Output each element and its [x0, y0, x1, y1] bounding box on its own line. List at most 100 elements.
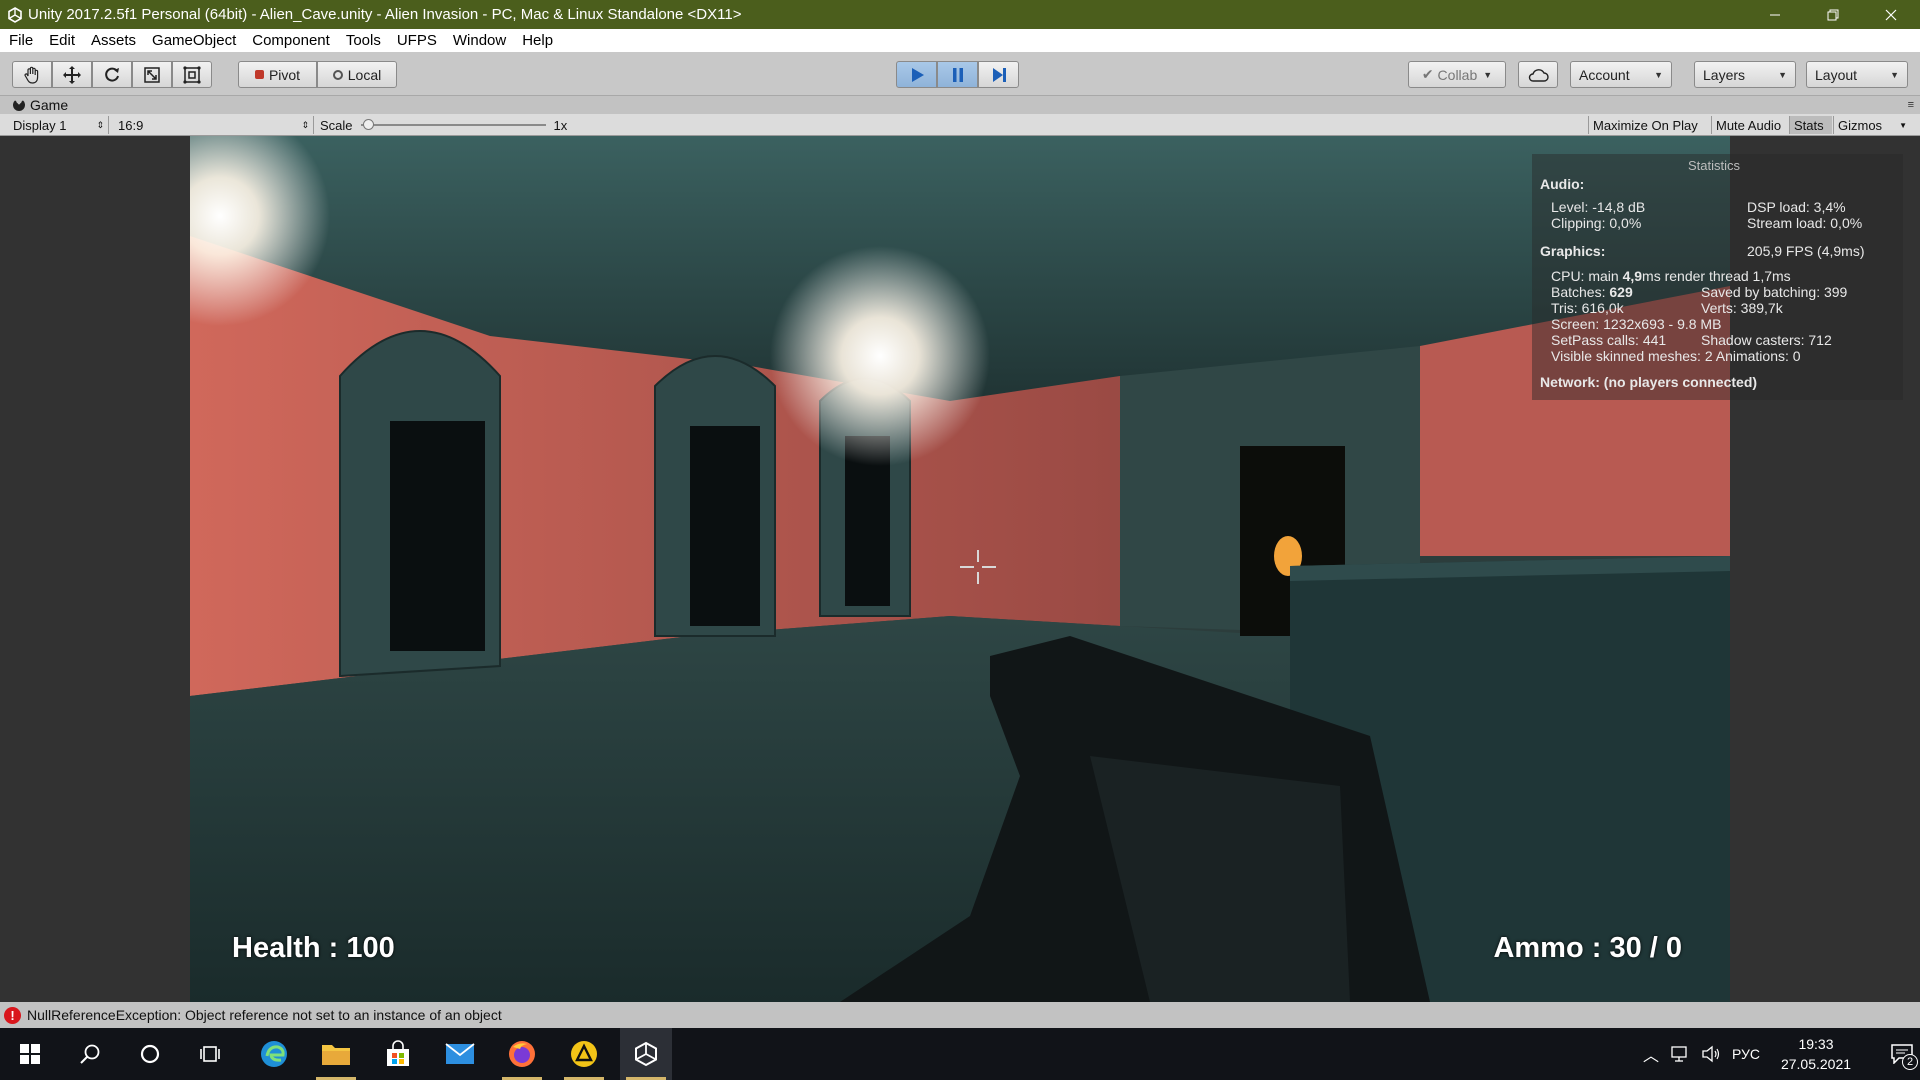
pivot-label: Pivot — [268, 66, 301, 83]
game-viewport[interactable]: Health : 100 Ammo : 30 / 0 — [190, 136, 1730, 1002]
layout-dropdown[interactable]: Layout ▼ — [1806, 61, 1908, 88]
stats-toggle[interactable]: Stats — [1789, 116, 1832, 134]
network-icon[interactable] — [1666, 1045, 1696, 1063]
edge-browser-icon — [261, 1041, 287, 1067]
menu-window[interactable]: Window — [445, 32, 514, 49]
chevron-down-icon: ▼ — [1890, 69, 1899, 80]
stats-fps: 205,9 FPS (4,9ms) — [1747, 243, 1865, 259]
unity-logo-icon — [4, 4, 26, 26]
menu-file[interactable]: File — [0, 32, 41, 49]
clock-date: 27.05.2021 — [1780, 1056, 1852, 1072]
account-dropdown[interactable]: Account ▼ — [1570, 61, 1672, 88]
layers-dropdown[interactable]: Layers ▼ — [1694, 61, 1796, 88]
menu-assets[interactable]: Assets — [83, 32, 144, 49]
pause-button[interactable] — [937, 61, 978, 88]
task-view-button[interactable] — [184, 1028, 236, 1080]
ammo-readout: Ammo : 30 / 0 — [1493, 932, 1682, 964]
search-icon — [80, 1044, 100, 1064]
clock[interactable]: 19:33 27.05.2021 — [1772, 1034, 1860, 1074]
menu-bar: File Edit Assets GameObject Component To… — [0, 29, 1920, 52]
scale-slider[interactable] — [360, 116, 546, 134]
taskbar-edge[interactable] — [248, 1028, 300, 1080]
collab-dropdown[interactable]: ✔ Collab ▼ — [1408, 61, 1506, 88]
health-readout: Health : 100 — [232, 932, 395, 964]
rotate-tool-button[interactable] — [92, 61, 132, 88]
scale-slider-thumb[interactable] — [362, 119, 374, 130]
maximize-label: Maximize On Play — [1593, 117, 1698, 133]
error-icon: ! — [4, 1006, 21, 1024]
stats-batches-value: 629 — [1609, 284, 1633, 300]
menu-gameobject[interactable]: GameObject — [144, 32, 244, 49]
gizmos-dropdown[interactable]: Gizmos ▼ — [1833, 116, 1911, 134]
minimize-button[interactable] — [1746, 0, 1804, 29]
volume-icon[interactable] — [1696, 1045, 1726, 1063]
panel-menu-icon[interactable]: ≡ — [1908, 99, 1914, 111]
stats-level: Level: -14,8 dB — [1551, 199, 1646, 215]
stats-graphics-header: Graphics: — [1540, 243, 1606, 259]
local-label: Local — [347, 66, 382, 83]
stats-cpu-main: 4,9 — [1622, 268, 1643, 284]
chevron-down-icon: ▼ — [1483, 69, 1493, 80]
taskbar-file-explorer[interactable] — [310, 1028, 362, 1080]
stats-batches-prefix: Batches: — [1551, 284, 1610, 300]
taskbar-mail[interactable] — [434, 1028, 486, 1080]
maximize-on-play-toggle[interactable]: Maximize On Play — [1588, 116, 1710, 134]
menu-help[interactable]: Help — [514, 32, 561, 49]
stats-dsp-load: DSP load: 3,4% — [1747, 199, 1846, 215]
console-status-bar[interactable]: ! NullReferenceException: Object referen… — [0, 1002, 1920, 1028]
scale-tool-button[interactable] — [132, 61, 172, 88]
start-button[interactable] — [4, 1028, 56, 1080]
move-tool-button[interactable] — [52, 61, 92, 88]
title-bar: Unity 2017.2.5f1 Personal (64bit) - Alie… — [0, 0, 1920, 29]
stats-cpu-prefix: CPU: main — [1551, 268, 1623, 284]
taskbar-alien-app[interactable] — [558, 1028, 610, 1080]
layout-label: Layout — [1815, 66, 1858, 83]
chevron-up-icon[interactable]: ︿ — [1636, 1042, 1666, 1066]
cloud-button[interactable] — [1518, 61, 1558, 88]
taskbar-store[interactable] — [372, 1028, 424, 1080]
stats-skinned-meshes: Visible skinned meshes: 2 Animations: 0 — [1551, 348, 1801, 364]
restore-button[interactable] — [1804, 0, 1862, 29]
step-button[interactable] — [978, 61, 1019, 88]
taskbar-firefox[interactable] — [496, 1028, 548, 1080]
windows-taskbar: ︿ РУС 19:33 27.05.2021 2 — [0, 1028, 1920, 1080]
game-view: Health : 100 Ammo : 30 / 0 Statistics Au… — [0, 136, 1920, 1002]
cortana-button[interactable] — [124, 1028, 176, 1080]
rect-tool-button[interactable] — [172, 61, 212, 88]
tab-game[interactable]: Game — [13, 96, 68, 114]
yellow-triangle-app-icon — [571, 1041, 597, 1067]
pacman-game-icon — [13, 99, 25, 111]
gizmos-label: Gizmos — [1838, 117, 1883, 133]
stats-verts: Verts: 389,7k — [1701, 300, 1783, 316]
pivot-toggle[interactable]: Pivot — [238, 61, 317, 88]
notifications-button[interactable]: 2 — [1874, 1028, 1920, 1080]
stats-batches: Batches: 629 — [1551, 284, 1633, 300]
play-button[interactable] — [896, 61, 937, 88]
stats-stream-load: Stream load: 0,0% — [1747, 215, 1863, 231]
menu-ufps[interactable]: UFPS — [389, 32, 445, 49]
rotate-icon — [105, 67, 119, 82]
clock-time: 19:33 — [1798, 1036, 1834, 1052]
local-toggle[interactable]: Local — [317, 61, 397, 88]
layers-label: Layers — [1703, 66, 1746, 83]
search-button[interactable] — [64, 1028, 116, 1080]
chevron-down-icon: ▼ — [1654, 69, 1663, 80]
taskbar-unity[interactable] — [620, 1028, 672, 1080]
stats-audio-header: Audio: — [1540, 176, 1585, 192]
mute-audio-toggle[interactable]: Mute Audio — [1711, 116, 1788, 134]
aspect-select[interactable]: 16:9 ⇕ — [114, 116, 314, 134]
input-language[interactable]: РУС — [1726, 1046, 1766, 1062]
menu-edit[interactable]: Edit — [41, 32, 83, 49]
menu-component[interactable]: Component — [244, 32, 338, 49]
menu-tools[interactable]: Tools — [338, 32, 389, 49]
unity-logo-icon — [635, 1041, 657, 1067]
display-select[interactable]: Display 1 ⇕ — [9, 116, 109, 134]
hand-icon — [24, 66, 39, 84]
chevron-down-icon: ▼ — [1899, 120, 1907, 130]
stats-saved-batching: Saved by batching: 399 — [1701, 284, 1848, 300]
folder-icon — [322, 1045, 350, 1065]
hand-tool-button[interactable] — [12, 61, 52, 88]
stats-cpu: CPU: main 4,9ms render thread 1,7ms — [1551, 268, 1791, 284]
close-button[interactable] — [1862, 0, 1920, 29]
stats-title: Statistics — [1688, 158, 1741, 173]
